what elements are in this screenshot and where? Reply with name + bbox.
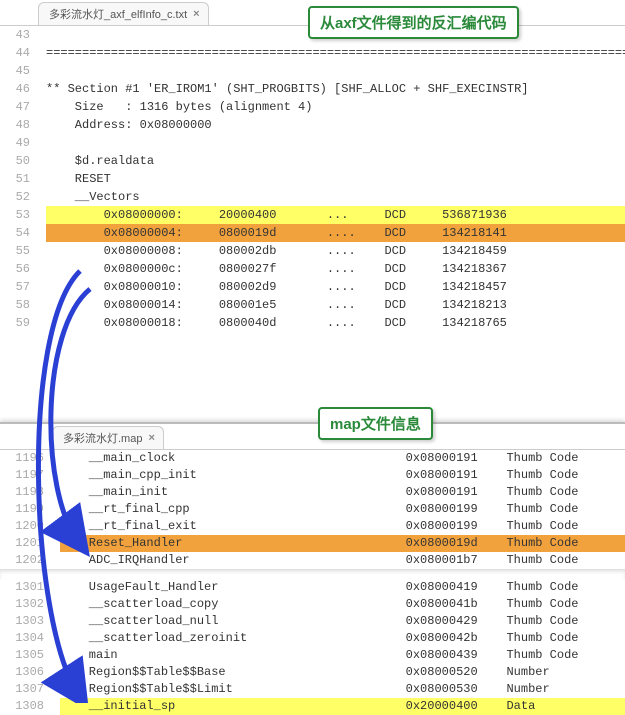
map-row: __initial_sp 0x20000400 Data (60, 698, 625, 715)
map-row: ADC_IRQHandler 0x080001b7 Thumb Code (60, 552, 625, 569)
map-row: __rt_final_exit 0x08000199 Thumb Code (60, 518, 625, 535)
map-row: Region$$Table$$Limit 0x08000530 Number (60, 681, 625, 698)
disasm-row: 0x08000004: 0800019d .... DCD 134218141 (46, 224, 625, 242)
map-list-top: __main_clock 0x08000191 Thumb Code __mai… (0, 450, 625, 569)
separator (0, 569, 625, 579)
address-line: Address: 0x08000000 (46, 116, 625, 134)
map-row: main 0x08000439 Thumb Code (60, 647, 625, 664)
map-row: __scatterload_null 0x08000429 Thumb Code (60, 613, 625, 630)
tab-label: 多彩流水灯.map (63, 430, 142, 446)
disasm-row: 0x08000010: 080002d9 .... DCD 134218457 (46, 278, 625, 296)
tab-label: 多彩流水灯_axf_elfInfo_c.txt (49, 6, 187, 22)
map-row: __scatterload_copy 0x0800041b Thumb Code (60, 596, 625, 613)
close-icon[interactable]: × (193, 8, 199, 20)
callout-axf: 从axf文件得到的反汇编代码 (308, 6, 519, 39)
disasm-row: 0x08000014: 080001e5 .... DCD 134218213 (46, 296, 625, 314)
divider-line: ========================================… (46, 44, 625, 62)
close-icon[interactable]: × (148, 432, 154, 444)
disasm-row: 0x08000000: 20000400 ... DCD 536871936 (46, 206, 625, 224)
callout-map: map文件信息 (318, 407, 433, 440)
tab-bar-map: 多彩流水灯.map × (0, 424, 625, 450)
disasm-row: 0x08000008: 080002db .... DCD 134218459 (46, 242, 625, 260)
map-row: Reset_Handler 0x0800019d Thumb Code (60, 535, 625, 552)
blank-line (46, 62, 625, 80)
tab-axf-file[interactable]: 多彩流水灯_axf_elfInfo_c.txt × (38, 2, 209, 25)
blank-line (46, 134, 625, 152)
disasm-row: 0x0800000c: 0800027f .... DCD 134218367 (46, 260, 625, 278)
pane-map: 多彩流水灯.map × 1196119711981199120012011202… (0, 422, 625, 715)
map-row: __scatterload_zeroinit 0x0800042b Thumb … (60, 630, 625, 647)
tab-map-file[interactable]: 多彩流水灯.map × (52, 426, 164, 449)
map-row: __rt_final_cpp 0x08000199 Thumb Code (60, 501, 625, 518)
vectors-line: __Vectors (46, 188, 625, 206)
section-header: ** Section #1 'ER_IROM1' (SHT_PROGBITS) … (46, 80, 625, 98)
map-row: Region$$Table$$Base 0x08000520 Number (60, 664, 625, 681)
map-row: __main_init 0x08000191 Thumb Code (60, 484, 625, 501)
size-line: Size : 1316 bytes (alignment 4) (46, 98, 625, 116)
reset-line: RESET (46, 170, 625, 188)
map-list-bottom: UsageFault_Handler 0x08000419 Thumb Code… (0, 579, 625, 715)
map-row: __main_clock 0x08000191 Thumb Code (60, 450, 625, 467)
map-row: UsageFault_Handler 0x08000419 Thumb Code (60, 579, 625, 596)
code-area-axf: ========================================… (0, 26, 625, 332)
realdata-line: $d.realdata (46, 152, 625, 170)
disasm-row: 0x08000018: 0800040d .... DCD 134218765 (46, 314, 625, 332)
map-row: __main_cpp_init 0x08000191 Thumb Code (60, 467, 625, 484)
